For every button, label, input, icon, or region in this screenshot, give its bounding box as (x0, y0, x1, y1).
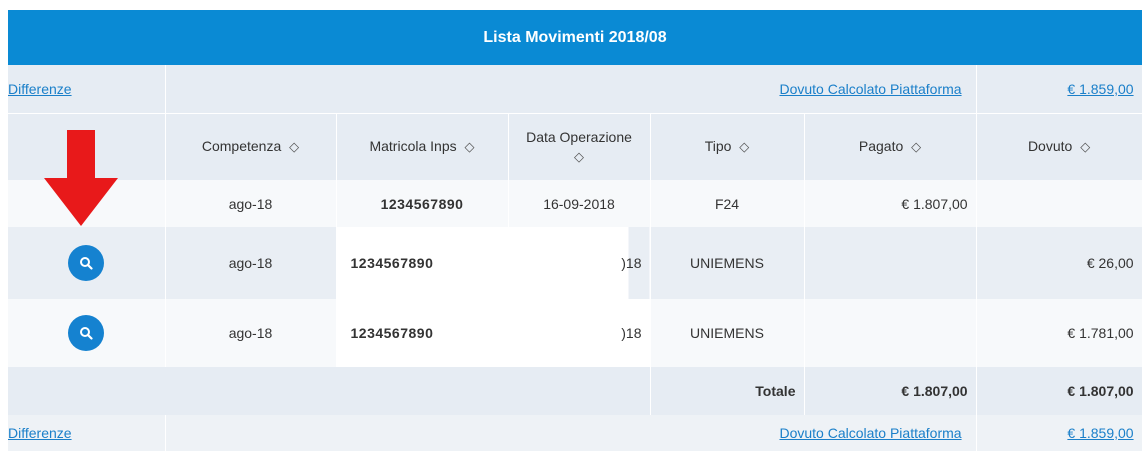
total-spacer (8, 367, 651, 415)
arrow-down-icon (44, 130, 118, 226)
sort-icon[interactable]: ◇ (739, 139, 749, 154)
header-data-operazione-label: Data Operazione (526, 128, 632, 145)
header-pagato-label: Pagato (858, 138, 904, 155)
header-competenza-label: Competenza (201, 138, 282, 155)
cell-matricola: 1234567890 (336, 299, 509, 367)
dovuto-calcolato-value-link[interactable]: € 1.859,00 (1067, 425, 1133, 441)
sort-icon[interactable]: ◇ (1080, 139, 1090, 154)
total-row: Totale € 1.807,00 € 1.807,00 (8, 367, 1142, 415)
dovuto-calcolato-value-link[interactable]: € 1.859,00 (1067, 81, 1133, 97)
cell-pagato (804, 227, 977, 299)
sort-icon[interactable]: ◇ (289, 139, 299, 154)
header-dovuto[interactable]: Dovuto ◇ (976, 113, 1142, 180)
sort-icon[interactable]: ◇ (509, 147, 650, 167)
summary-row-bottom: Differenze Dovuto Calcolato Piattaforma … (8, 415, 1142, 451)
movements-table: Differenze Dovuto Calcolato Piattaforma … (8, 65, 1142, 451)
search-icon (80, 327, 93, 340)
table-row: ago-18 1234567890 )18 UNIEMENS € 26,00 (8, 227, 1142, 299)
row-action-cell (8, 299, 166, 367)
header-dovuto-label: Dovuto (1027, 138, 1073, 155)
cell-tipo: UNIEMENS (650, 227, 805, 299)
differenze-link[interactable]: Differenze (8, 81, 72, 97)
cell-tipo: F24 (650, 180, 805, 227)
table-row: ago-18 1234567890 16-09-2018 F24 € 1.807… (8, 180, 1142, 227)
view-detail-button[interactable] (68, 245, 105, 281)
cell-competenza: ago-18 (165, 299, 337, 367)
differenze-link[interactable]: Differenze (8, 425, 72, 441)
total-dovuto: € 1.807,00 (976, 367, 1142, 415)
cell-dovuto: € 26,00 (976, 227, 1142, 299)
sort-icon[interactable]: ◇ (465, 139, 475, 154)
cell-data: 16-09-2018 (508, 180, 651, 227)
header-matricola[interactable]: Matricola Inps ◇ (336, 113, 509, 180)
header-pagato[interactable]: Pagato ◇ (804, 113, 977, 180)
cell-dovuto (976, 180, 1142, 227)
row-action-cell (8, 227, 166, 299)
header-tipo-label: Tipo (704, 138, 732, 155)
header-data-operazione[interactable]: Data Operazione ◇ (508, 113, 651, 180)
table-row: ago-18 1234567890 )18 UNIEMENS € 1.781,0… (8, 299, 1142, 367)
sort-icon[interactable]: ◇ (911, 139, 921, 154)
total-label: Totale (650, 367, 805, 415)
cell-data: )18 (508, 227, 651, 299)
cell-competenza: ago-18 (165, 227, 337, 299)
header-tipo[interactable]: Tipo ◇ (650, 113, 805, 180)
cell-dovuto: € 1.781,00 (976, 299, 1142, 367)
page-title: Lista Movimenti 2018/08 (483, 28, 667, 46)
view-detail-button[interactable] (68, 315, 105, 351)
header-row: Competenza ◇ Matricola Inps ◇ Data Opera… (8, 113, 1142, 180)
search-icon (80, 257, 93, 270)
cell-matricola: 1234567890 (336, 227, 509, 299)
cell-matricola: 1234567890 (336, 180, 509, 227)
dovuto-calcolato-link[interactable]: Dovuto Calcolato Piattaforma (779, 425, 961, 441)
cell-pagato: € 1.807,00 (804, 180, 977, 227)
header-matricola-label: Matricola Inps (369, 138, 457, 155)
total-pagato: € 1.807,00 (804, 367, 977, 415)
header-competenza[interactable]: Competenza ◇ (165, 113, 337, 180)
dovuto-calcolato-link[interactable]: Dovuto Calcolato Piattaforma (779, 81, 961, 97)
cell-competenza: ago-18 (165, 180, 337, 227)
cell-pagato (804, 299, 977, 367)
table-title-bar: Lista Movimenti 2018/08 (8, 10, 1142, 65)
cell-tipo: UNIEMENS (650, 299, 805, 367)
summary-row-top: Differenze Dovuto Calcolato Piattaforma … (8, 65, 1142, 113)
cell-data: )18 (508, 299, 651, 367)
